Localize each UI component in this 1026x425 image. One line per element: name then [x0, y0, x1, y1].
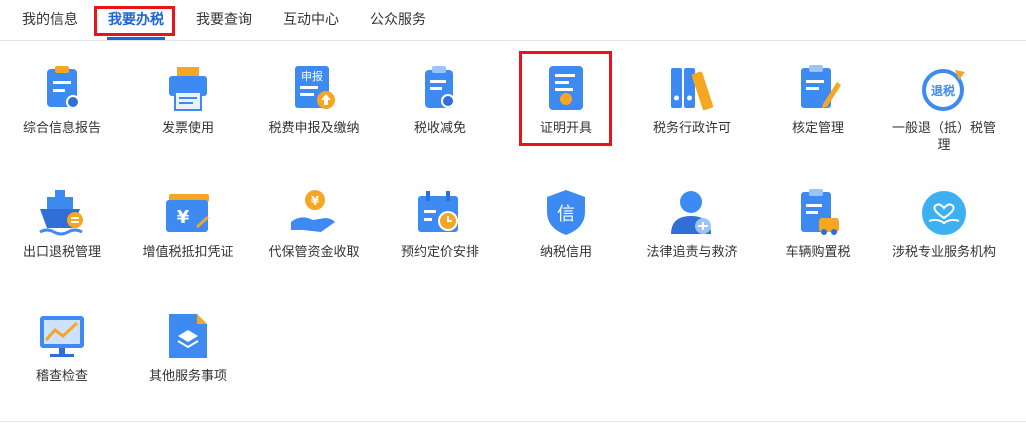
active-tab-underline — [107, 37, 165, 40]
hand-coin-icon: ¥ — [289, 188, 339, 238]
tax-relief-icon — [415, 64, 465, 114]
item-label: 税务行政许可 — [652, 121, 731, 136]
item-label: 核定管理 — [791, 121, 844, 136]
item-label: 其他服务事项 — [148, 369, 227, 384]
item-label: 车辆购置税 — [785, 245, 851, 260]
item-label: 税收减免 — [413, 121, 466, 136]
item-label: 一般退（抵）税管理 — [891, 121, 996, 153]
item-label: 出口退税管理 — [22, 245, 101, 260]
item-label: 代保管资金收取 — [268, 245, 360, 260]
calendar-clock-icon — [415, 188, 465, 238]
printer-icon — [163, 64, 213, 114]
tab-my-info[interactable]: 我的信息 — [22, 11, 78, 29]
top-tab-bar: 我的信息 我要办税 我要查询 互动中心 公众服务 — [0, 0, 1026, 41]
report-icon — [37, 64, 87, 114]
vehicle-tax-icon — [793, 188, 843, 238]
edit-document-icon — [793, 64, 843, 114]
refund-icon: 退税 — [919, 64, 969, 114]
item-label: 综合信息报告 — [22, 121, 101, 136]
hand-coin-icon-text: ¥ — [311, 194, 320, 208]
credit-shield-icon: 信 — [541, 188, 591, 238]
voucher-icon: ¥ — [163, 188, 213, 238]
item-label: 增值税抵扣凭证 — [142, 245, 234, 260]
ship-icon — [37, 188, 87, 238]
legal-icon — [667, 188, 717, 238]
credit-shield-icon-text: 信 — [557, 204, 575, 225]
item-label: 预约定价安排 — [400, 245, 479, 260]
binders-icon — [667, 64, 717, 114]
tab-highlight-box — [94, 6, 175, 36]
layers-icon — [163, 312, 213, 362]
refund-icon-text: 退税 — [931, 83, 955, 98]
item-label: 税费申报及缴纳 — [268, 121, 360, 136]
tab-public-service[interactable]: 公众服务 — [370, 11, 426, 29]
item-label: 稽查检查 — [35, 369, 88, 384]
tab-interaction-center[interactable]: 互动中心 — [283, 11, 339, 29]
service-heart-icon — [919, 188, 969, 238]
certificate-highlight-box — [519, 51, 612, 146]
monitor-chart-icon — [37, 312, 87, 362]
bottom-divider — [0, 421, 1026, 422]
item-label: 涉税专业服务机构 — [891, 245, 996, 260]
declare-icon-text: 申报 — [301, 69, 323, 83]
voucher-icon-text: ¥ — [177, 207, 190, 228]
item-label: 纳税信用 — [539, 245, 592, 260]
item-label: 发票使用 — [161, 121, 214, 136]
item-label: 法律追责与救济 — [646, 245, 738, 260]
tab-query[interactable]: 我要查询 — [196, 11, 252, 29]
declare-icon: 申报 — [289, 64, 339, 114]
